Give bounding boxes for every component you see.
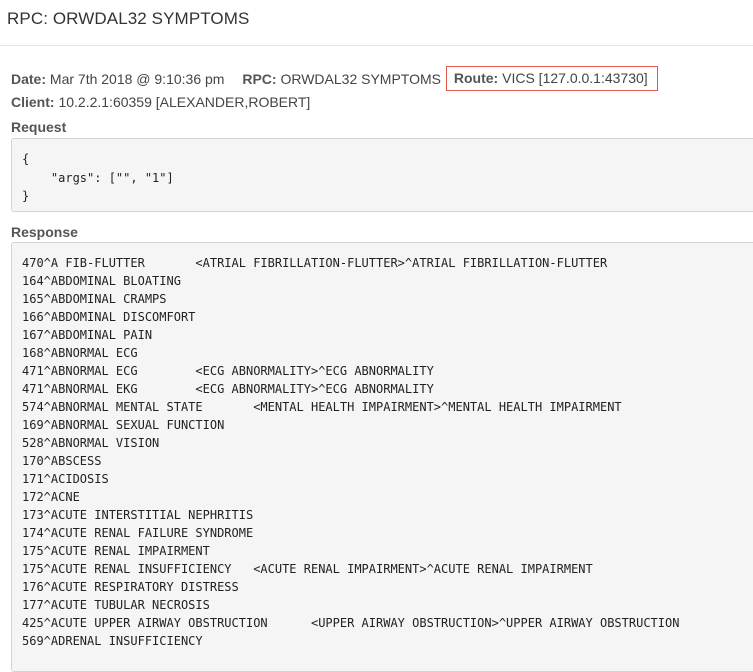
response-code-line: 470^A FIB-FLUTTER <ATRIAL FIBRILLATION-F… xyxy=(22,256,608,270)
request-code-line: { xyxy=(22,152,30,166)
route-highlight-box: Route: VICS [127.0.0.1:43730] xyxy=(445,66,658,91)
request-code-line: "args": ["", "1"] xyxy=(22,170,174,185)
rpc-label: RPC: xyxy=(242,71,277,87)
response-code-line: 569^ADRENAL INSUFFICIENCY xyxy=(22,634,203,648)
route-label: Route: xyxy=(453,70,499,86)
meta-line-1: Date: Mar 7th 2018 @ 9:10:36 pm RPC: ORW… xyxy=(11,66,658,92)
route-value: VICS [127.0.0.1:43730] xyxy=(502,70,648,86)
response-label: Response xyxy=(11,224,78,240)
meta-line-2: Client: 10.2.2.1:60359 [ALEXANDER,ROBERT… xyxy=(11,92,658,112)
response-code-line: 175^ACUTE RENAL INSUFFICIENCY <ACUTE REN… xyxy=(22,562,593,576)
response-code-line: 174^ACUTE RENAL FAILURE SYNDROME xyxy=(22,526,254,540)
request-code-block[interactable]: { "args": ["", "1"]} xyxy=(11,138,753,212)
date-label: Date: xyxy=(11,71,47,87)
response-code-line: 175^ACUTE RENAL IMPAIRMENT xyxy=(22,544,210,558)
response-code-line: 177^ACUTE TUBULAR NECROSIS xyxy=(22,598,210,612)
client-value: 10.2.2.1:60359 [ALEXANDER,ROBERT] xyxy=(58,94,311,110)
response-code-line: 425^ACUTE UPPER AIRWAY OBSTRUCTION <UPPE… xyxy=(22,616,680,630)
response-code-line: 528^ABNORMAL VISION xyxy=(22,436,160,450)
response-code-line: 574^ABNORMAL MENTAL STATE <MENTAL HEALTH… xyxy=(22,400,622,414)
response-code-line: 471^ABNORMAL ECG <ECG ABNORMALITY>^ECG A… xyxy=(22,364,434,378)
response-code-line: 168^ABNORMAL ECG xyxy=(22,346,138,360)
response-code-line: 170^ABSCESS xyxy=(22,454,102,468)
rpc-value: ORWDAL32 SYMPTOMS xyxy=(280,71,441,87)
page-title: RPC: ORWDAL32 SYMPTOMS xyxy=(7,9,250,28)
date-value: Mar 7th 2018 @ 9:10:36 pm xyxy=(49,71,225,87)
response-code-line: 167^ABDOMINAL PAIN xyxy=(22,328,153,342)
response-code-line: 172^ACNE xyxy=(22,490,80,504)
request-label: Request xyxy=(11,119,67,135)
response-code-line: 164^ABDOMINAL BLOATING xyxy=(22,274,181,288)
response-code-block[interactable]: 470^A FIB-FLUTTER <ATRIAL FIBRILLATION-F… xyxy=(11,242,753,672)
client-label: Client: xyxy=(11,94,55,110)
response-code-line: 176^ACUTE RESPIRATORY DISTRESS xyxy=(22,580,239,594)
response-code-line: 471^ABNORMAL EKG <ECG ABNORMALITY>^ECG A… xyxy=(22,382,434,396)
request-code-line: } xyxy=(22,189,30,203)
title-bar: RPC: ORWDAL32 SYMPTOMS xyxy=(0,0,753,46)
response-code-line: 165^ABDOMINAL CRAMPS xyxy=(22,292,167,306)
response-code-line: 173^ACUTE INTERSTITIAL NEPHRITIS xyxy=(22,508,254,522)
response-code-line: 169^ABNORMAL SEXUAL FUNCTION xyxy=(22,418,225,432)
response-code-line: 171^ACIDOSIS xyxy=(22,472,109,486)
rpc-metadata: Date: Mar 7th 2018 @ 9:10:36 pm RPC: ORW… xyxy=(11,66,658,112)
response-code-line: 166^ABDOMINAL DISCOMFORT xyxy=(22,310,196,324)
